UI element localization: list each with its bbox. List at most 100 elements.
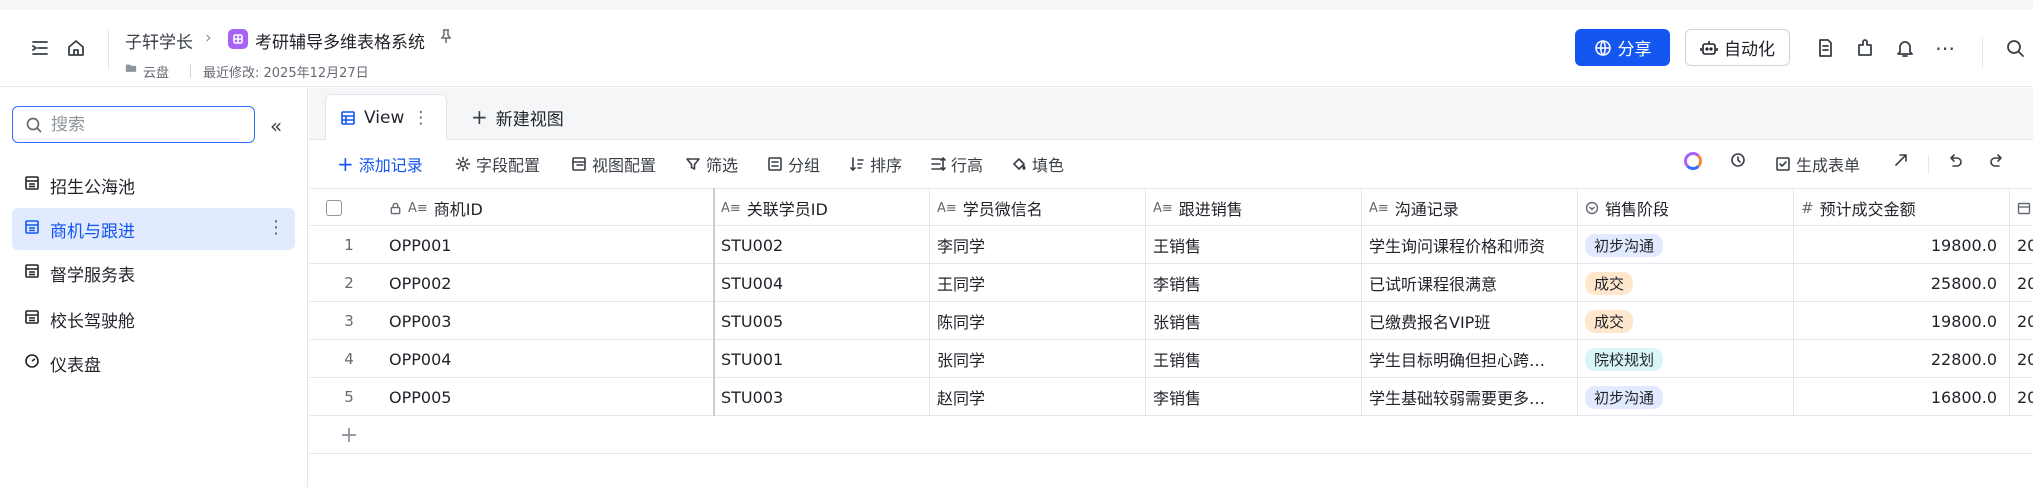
sidebar-item-cockpit[interactable]: 校长驾驶舱 (12, 298, 295, 340)
table-cell-wechat[interactable]: 张同学 (929, 340, 1145, 378)
table-cell-extra[interactable]: 20 (2009, 378, 2033, 416)
add-record-button[interactable]: + 添加记录 (337, 152, 423, 176)
table-cell-stage[interactable]: 成交 (1577, 302, 1793, 340)
table-cell-wechat[interactable]: 李同学 (929, 226, 1145, 264)
doc-info-icon[interactable] (1813, 36, 1837, 60)
table-cell-wechat[interactable]: 赵同学 (929, 378, 1145, 416)
field-config-button[interactable]: 字段配置 (455, 152, 540, 176)
table-cell-stage[interactable]: 成交 (1577, 264, 1793, 302)
column-header[interactable]: A≡ 沟通记录 (1361, 189, 1577, 227)
table-row[interactable]: 3 OPP003 STU005 陈同学 张销售 已缴费报名VIP班 成交 19800.0 20 (309, 302, 2033, 340)
share-view-icon[interactable] (1893, 152, 1909, 168)
breadcrumb-root[interactable]: 子轩学长 (125, 28, 193, 53)
group-button[interactable]: 分组 (767, 152, 820, 176)
table-cell-student[interactable]: STU002 (713, 226, 928, 264)
search-icon[interactable] (2003, 36, 2027, 60)
select-all-checkbox[interactable] (309, 189, 359, 227)
sidebar-item-dashboard[interactable]: 仪表盘 (12, 342, 295, 384)
collapse-sidebar-icon[interactable]: « (270, 114, 282, 138)
table-cell-sales[interactable]: 李销售 (1145, 264, 1361, 302)
table-row[interactable]: 2 OPP002 STU004 王同学 李销售 已试听课程很满意 成交 25800.0 20 (309, 264, 2033, 302)
row-index[interactable]: 4 (309, 340, 389, 378)
location-label[interactable]: 云盘 (143, 62, 169, 81)
table-cell-stage[interactable]: 院校规划 (1577, 340, 1793, 378)
table-cell-student[interactable]: STU001 (713, 340, 928, 378)
table-cell-note[interactable]: 学生询问课程价格和师资 (1361, 226, 1577, 264)
table-cell-amount[interactable]: 19800.0 (1793, 302, 2009, 340)
view-config-button[interactable]: 视图配置 (571, 152, 656, 176)
table-cell-sales[interactable]: 王销售 (1145, 226, 1361, 264)
sidebar-item-supervision[interactable]: 督学服务表 (12, 252, 295, 294)
ai-assistant-icon[interactable] (1684, 152, 1702, 170)
table-cell-extra[interactable]: 20 (2009, 302, 2033, 340)
column-header[interactable]: A≡ 学员微信名 (929, 189, 1145, 227)
share-button[interactable]: 分享 (1575, 29, 1670, 66)
table-cell-student[interactable]: STU005 (713, 302, 928, 340)
sidebar-item-recruit-pool[interactable]: 招生公海池 (12, 164, 295, 206)
more-vertical-icon[interactable]: ⋮ (267, 217, 285, 238)
redo-icon[interactable] (1989, 152, 2005, 168)
generate-form-button[interactable]: 生成表单 (1775, 152, 1860, 176)
add-row[interactable]: + (309, 416, 2033, 454)
automation-button[interactable]: 自动化 (1685, 29, 1790, 66)
row-index[interactable]: 5 (309, 378, 389, 416)
column-header-partial[interactable] (2009, 189, 2033, 227)
table-cell-stage[interactable]: 初步沟通 (1577, 226, 1793, 264)
column-header[interactable]: 销售阶段 (1577, 189, 1793, 227)
more-icon[interactable]: ⋯ (1933, 36, 1957, 60)
row-index[interactable]: 1 (309, 226, 389, 264)
table-cell-note[interactable]: 学生基础较弱需要更多… (1361, 378, 1577, 416)
table-cell-id[interactable]: OPP003 (381, 302, 711, 340)
table-cell-note[interactable]: 学生目标明确但担心跨… (1361, 340, 1577, 378)
plugin-icon[interactable] (1853, 36, 1877, 60)
table-cell-stage[interactable]: 初步沟通 (1577, 378, 1793, 416)
column-header[interactable]: A≡ 关联学员ID (713, 189, 928, 227)
table-cell-extra[interactable]: 20 (2009, 226, 2033, 264)
table-cell-student[interactable]: STU003 (713, 378, 928, 416)
table-cell-amount[interactable]: 22800.0 (1793, 340, 2009, 378)
search-input[interactable] (51, 114, 231, 135)
home-icon[interactable] (64, 36, 88, 60)
table-cell-extra[interactable]: 20 (2009, 340, 2033, 378)
column-header[interactable]: # 预计成交金额 (1793, 189, 2009, 227)
undo-icon[interactable] (1947, 152, 1963, 168)
table-row[interactable]: 1 OPP001 STU002 李同学 王销售 学生询问课程价格和师资 初步沟通 19800.… (309, 226, 2033, 264)
table-cell-id[interactable]: OPP002 (381, 264, 711, 302)
table-row[interactable]: 4 OPP004 STU001 张同学 王销售 学生目标明确但担心跨… 院校规划 22800.… (309, 340, 2033, 378)
column-header[interactable]: A≡ 商机ID (381, 189, 621, 227)
table-cell-id[interactable]: OPP001 (381, 226, 711, 264)
frozen-column-divider[interactable] (713, 188, 715, 416)
table-row[interactable]: 5 OPP005 STU003 赵同学 李销售 学生基础较弱需要更多… 初步沟通 16800.… (309, 378, 2033, 416)
pin-icon[interactable] (438, 28, 454, 49)
table-cell-sales[interactable]: 张销售 (1145, 302, 1361, 340)
table-cell-amount[interactable]: 25800.0 (1793, 264, 2009, 302)
row-height-button[interactable]: 行高 (930, 152, 983, 176)
table-cell-wechat[interactable]: 王同学 (929, 264, 1145, 302)
row-index[interactable]: 3 (309, 302, 389, 340)
tab-more-icon[interactable]: ⋮ (412, 108, 429, 128)
sidebar-item-opportunities[interactable]: 商机与跟进 ⋮ (12, 208, 295, 250)
table-cell-id[interactable]: OPP005 (381, 378, 711, 416)
sort-button[interactable]: 排序 (849, 152, 902, 176)
doc-title[interactable]: 考研辅导多维表格系统 (255, 28, 425, 53)
bell-icon[interactable] (1893, 36, 1917, 60)
sidebar-toggle-icon[interactable] (28, 36, 52, 60)
table-cell-id[interactable]: OPP004 (381, 340, 711, 378)
column-header[interactable]: A≡ 跟进销售 (1145, 189, 1361, 227)
filter-button[interactable]: 筛选 (685, 152, 738, 176)
table-cell-amount[interactable]: 16800.0 (1793, 378, 2009, 416)
table-cell-note[interactable]: 已缴费报名VIP班 (1361, 302, 1577, 340)
table-cell-extra[interactable]: 20 (2009, 264, 2033, 302)
table-cell-sales[interactable]: 李销售 (1145, 378, 1361, 416)
row-index[interactable]: 2 (309, 264, 389, 302)
table-cell-note[interactable]: 已试听课程很满意 (1361, 264, 1577, 302)
tab-new-view[interactable]: + 新建视图 (461, 94, 564, 140)
table-cell-amount[interactable]: 19800.0 (1793, 226, 2009, 264)
table-cell-sales[interactable]: 王销售 (1145, 340, 1361, 378)
tab-view[interactable]: View ⋮ (325, 94, 447, 140)
table-cell-wechat[interactable]: 陈同学 (929, 302, 1145, 340)
history-icon[interactable] (1730, 152, 1746, 168)
add-row-plus-icon[interactable]: + (309, 416, 389, 454)
fill-color-button[interactable]: 填色 (1011, 152, 1064, 176)
table-cell-student[interactable]: STU004 (713, 264, 928, 302)
